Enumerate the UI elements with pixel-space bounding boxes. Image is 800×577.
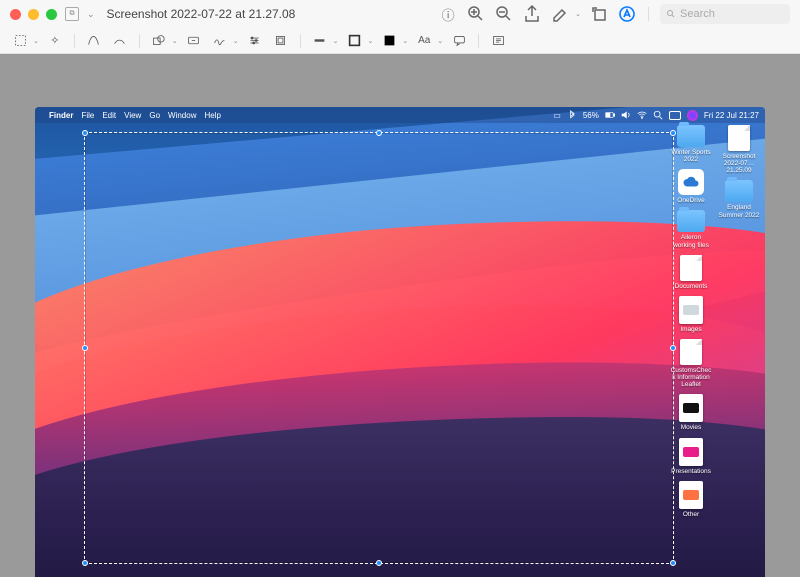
icon-label: Documents (675, 283, 708, 290)
winter-icon (677, 125, 705, 147)
font-tool[interactable]: Aa (414, 31, 434, 51)
desktop-icon-onedrive[interactable]: OneDrive (669, 169, 713, 204)
selection-tool[interactable] (10, 31, 30, 51)
icon-label: CustomsCheck Information Leaflet (669, 367, 713, 388)
icon-label: OneDrive (677, 197, 704, 204)
menu-finder[interactable]: Finder (49, 111, 73, 120)
desktop-icon-documents[interactable]: Documents (669, 255, 713, 290)
icon-label: Images (680, 326, 701, 333)
icon-label: Presentations (671, 468, 711, 475)
adjust-color-tool[interactable] (245, 31, 265, 51)
siri-icon[interactable] (687, 110, 698, 121)
desktop-icons-area: Winter Sports 2022 OneDrive Aileron workin… (665, 125, 761, 575)
desktop-icon-other[interactable]: Other (669, 481, 713, 518)
desktop-icon-aileron[interactable]: Aileron working files (669, 210, 713, 248)
menu-view[interactable]: View (124, 111, 141, 120)
description-tool[interactable] (488, 31, 508, 51)
selection-handle-nw[interactable] (82, 130, 88, 136)
images-icon (679, 296, 703, 324)
window-controls (10, 9, 57, 20)
selection-handle-s[interactable] (376, 560, 382, 566)
onedrive-icon (678, 169, 704, 195)
screenshot-icon (728, 125, 750, 151)
icon-label: Screenshot 2022-07…21.25.09 (717, 153, 761, 174)
crop-tool[interactable] (271, 31, 291, 51)
desktop-icon-england[interactable]: England Summer 2022 (717, 180, 761, 218)
bluetooth-icon[interactable] (567, 110, 577, 120)
zoom-out-icon[interactable] (494, 4, 514, 24)
documents-icon (680, 255, 702, 281)
presentations-icon (679, 438, 703, 466)
instant-alpha-tool[interactable]: ✧ (45, 31, 65, 51)
menu-help[interactable]: Help (204, 111, 220, 120)
share-icon[interactable] (522, 4, 542, 24)
wifi-icon[interactable] (637, 110, 647, 120)
titlebar: ⧉ ⌄ Screenshot 2022-07-22 at 21.27.08 ⓘ … (0, 0, 800, 28)
england-icon (725, 180, 753, 202)
border-color-tool[interactable] (345, 31, 365, 51)
fullscreen-window[interactable] (46, 9, 57, 20)
search-input[interactable]: Search (660, 4, 790, 24)
menu-file[interactable]: File (81, 111, 94, 120)
sign-tool[interactable] (210, 31, 230, 51)
desktop-icon-screenshot[interactable]: Screenshot 2022-07…21.25.09 (717, 125, 761, 174)
text-tool[interactable] (184, 31, 204, 51)
minimize-window[interactable] (28, 9, 39, 20)
control-center-icon[interactable] (669, 111, 681, 120)
menubar-clock[interactable]: Fri 22 Jul 21:27 (704, 111, 759, 120)
screen-mirror-icon[interactable]: ▭ (553, 111, 561, 120)
volume-icon[interactable] (621, 110, 631, 120)
title-dropdown-icon[interactable]: ⌄ (87, 9, 95, 20)
highlight-icon[interactable] (550, 4, 570, 24)
zoom-in-icon[interactable] (466, 4, 486, 24)
battery-icon[interactable] (605, 110, 615, 120)
other-icon (679, 481, 703, 509)
document-proxy-icon[interactable]: ⧉ (65, 7, 79, 21)
aileron-icon (677, 210, 705, 232)
selection-handle-n[interactable] (376, 130, 382, 136)
desktop-icon-customs[interactable]: CustomsCheck Information Leaflet (669, 339, 713, 388)
close-window[interactable] (10, 9, 21, 20)
desktop-icon-winter[interactable]: Winter Sports 2022 (669, 125, 713, 163)
selection-handle-sw[interactable] (82, 560, 88, 566)
battery-percent: 56% (583, 111, 599, 120)
menu-edit[interactable]: Edit (102, 111, 116, 120)
customs-icon (680, 339, 702, 365)
selection-handle-w[interactable] (82, 345, 88, 351)
image-canvas[interactable]: Finder File Edit View Go Window Help ▭ 56% Fri… (0, 54, 800, 577)
fill-color-tool[interactable] (379, 31, 399, 51)
desktop-icon-presentations[interactable]: Presentations (669, 438, 713, 475)
menu-go[interactable]: Go (149, 111, 160, 120)
inner-screenshot: Finder File Edit View Go Window Help ▭ 56% Fri… (35, 107, 765, 577)
preview-window: ⧉ ⌄ Screenshot 2022-07-22 at 21.27.08 ⓘ … (0, 0, 800, 577)
mac-menubar: Finder File Edit View Go Window Help ▭ 56% Fri… (35, 107, 765, 123)
crop-selection[interactable] (84, 132, 674, 564)
icon-label: Movies (681, 424, 702, 431)
annotate-tool[interactable] (449, 31, 469, 51)
icon-label: Winter Sports 2022 (669, 149, 713, 163)
sketch-tool[interactable] (110, 31, 130, 51)
spotlight-icon[interactable] (653, 110, 663, 120)
markup-toolbar: ⌄ ✧ ⌄ ⌄ ⌄ ⌄ ⌄ Aa⌄ (0, 28, 800, 54)
menu-window[interactable]: Window (168, 111, 196, 120)
line-style-tool[interactable] (310, 31, 330, 51)
lasso-tool[interactable] (84, 31, 104, 51)
search-placeholder: Search (680, 8, 715, 20)
shapes-tool[interactable] (149, 31, 169, 51)
icon-label: England Summer 2022 (717, 204, 761, 218)
movies-icon (679, 394, 703, 422)
markup-icon[interactable] (617, 4, 637, 24)
desktop-icon-images[interactable]: Images (669, 296, 713, 333)
chevron-down-icon[interactable]: ⌄ (575, 10, 581, 18)
desktop-icon-movies[interactable]: Movies (669, 394, 713, 431)
icon-label: Other (683, 511, 699, 518)
icon-label: Aileron working files (669, 234, 713, 248)
window-title: Screenshot 2022-07-22 at 21.27.08 (107, 7, 296, 21)
info-icon[interactable]: ⓘ (438, 4, 458, 24)
rotate-icon[interactable] (589, 4, 609, 24)
